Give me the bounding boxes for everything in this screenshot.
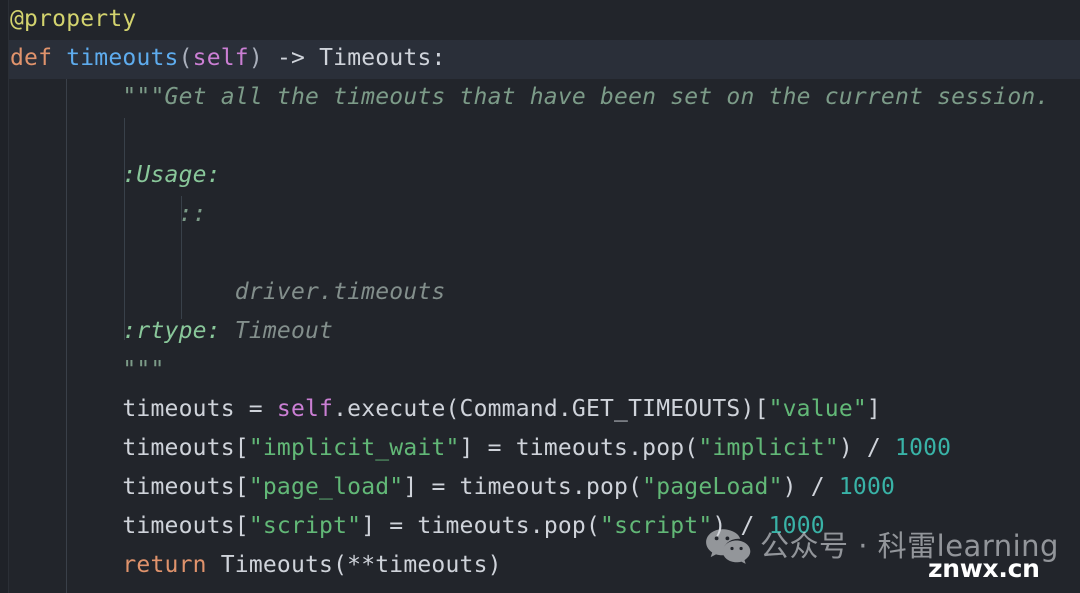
token-plain: Timeouts(**timeouts) — [206, 552, 502, 578]
token-punct: ( — [178, 45, 193, 71]
token-plain: ) / — [782, 474, 839, 500]
token-doc-dim: Timeout — [220, 318, 334, 344]
line-doc-rtype[interactable]: :rtype: Timeout — [0, 312, 1080, 351]
line-def[interactable]: def timeouts(self) -> Timeouts: — [0, 39, 1080, 78]
token-plain: timeouts[ — [10, 513, 249, 539]
token-string: "script" — [600, 513, 713, 539]
token-plain: timeouts[ — [10, 474, 249, 500]
line-blank-2[interactable] — [0, 234, 1080, 273]
token-plain: ) / — [838, 435, 896, 461]
token-number: 1000 — [768, 513, 825, 539]
token-doc-key: :Usage: — [10, 162, 221, 188]
token-plain: timeouts = — [10, 396, 277, 422]
token-function: timeouts — [66, 45, 179, 71]
token-number: 1000 — [895, 435, 952, 461]
line-return[interactable]: return Timeouts(**timeouts) — [0, 546, 1080, 585]
token-doc: """Get all the timeouts that have been s… — [10, 84, 1050, 110]
line-doc-open[interactable]: """Get all the timeouts that have been s… — [0, 78, 1080, 117]
token-doc: """ — [10, 357, 165, 383]
line-decorator[interactable]: @property — [0, 0, 1080, 39]
token-plain: ] = timeouts.pop( — [403, 474, 643, 500]
token-punct: ) — [248, 45, 263, 71]
token-keyword: def — [10, 45, 67, 71]
token-doc: :: — [10, 201, 207, 227]
token-number: 1000 — [838, 474, 896, 500]
token-keyword: return — [10, 552, 207, 578]
token-string: "value" — [768, 396, 867, 422]
line-doc-example[interactable]: driver.timeouts — [0, 273, 1080, 312]
line-doc-close[interactable]: """ — [0, 351, 1080, 390]
token-self: self — [192, 45, 249, 71]
token-doc-dim: driver.timeouts — [10, 279, 446, 305]
token-string: "pageLoad" — [642, 474, 783, 500]
token-doc-key: :rtype: — [10, 318, 221, 344]
token-plain: -> Timeouts: — [262, 45, 446, 71]
line-blank-1[interactable] — [0, 117, 1080, 156]
line-doc-colons[interactable]: :: — [0, 195, 1080, 234]
token-doc — [10, 123, 24, 149]
token-string: "implicit_wait" — [248, 435, 460, 461]
token-self: self — [276, 396, 334, 422]
code-editor-screenshot: @property def timeouts(self) -> Timeouts:… — [0, 0, 1080, 593]
line-exec[interactable]: timeouts = self.execute(Command.GET_TIME… — [0, 390, 1080, 429]
line-implicit[interactable]: timeouts["implicit_wait"] = timeouts.pop… — [0, 429, 1080, 468]
code-text-area[interactable]: @property def timeouts(self) -> Timeouts:… — [0, 0, 1080, 593]
token-string: "implicit" — [698, 435, 839, 461]
token-doc — [10, 240, 24, 266]
line-doc-usage[interactable]: :Usage: — [0, 156, 1080, 195]
token-string: "page_load" — [248, 474, 404, 500]
token-plain: ] = timeouts.pop( — [361, 513, 601, 539]
token-string: "script" — [248, 513, 362, 539]
token-decorator: @property — [10, 6, 137, 32]
token-plain: .execute(Command.GET_TIMEOUTS)[ — [333, 396, 769, 422]
token-plain: ] = timeouts.pop( — [459, 435, 699, 461]
line-script[interactable]: timeouts["script"] = timeouts.pop("scrip… — [0, 507, 1080, 546]
token-plain: ] — [866, 396, 881, 422]
token-plain: ) / — [712, 513, 769, 539]
line-pageload[interactable]: timeouts["page_load"] = timeouts.pop("pa… — [0, 468, 1080, 507]
token-plain: timeouts[ — [10, 435, 249, 461]
